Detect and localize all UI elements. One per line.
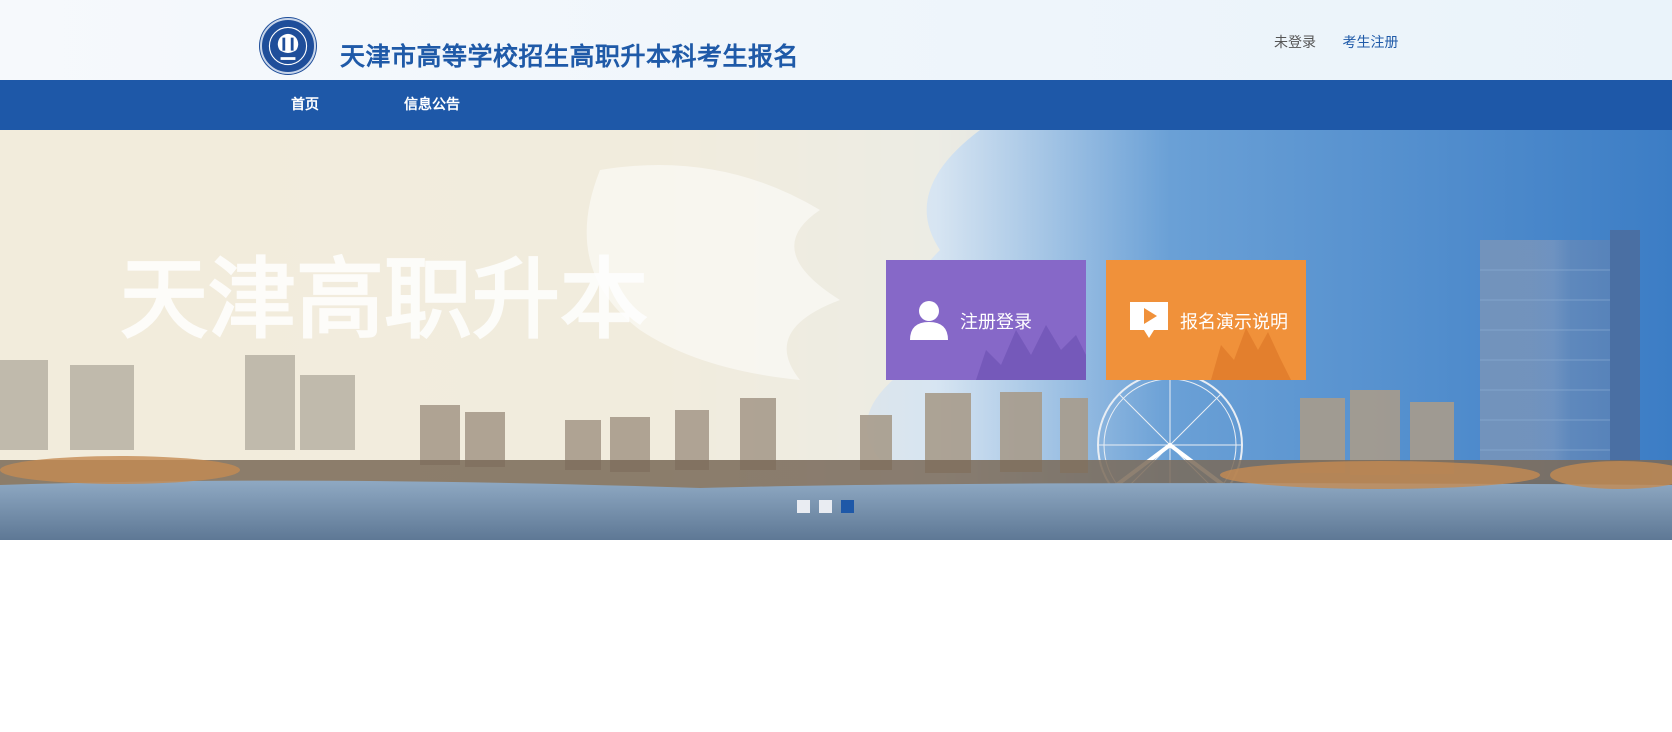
registration-demo-label: 报名演示说明 xyxy=(1180,312,1288,333)
register-link[interactable]: 考生注册 xyxy=(1342,35,1398,51)
site-title: 天津市高等学校招生高职升本科考生报名 xyxy=(340,42,800,71)
hero-banner: 天津高职升本 注册登录 报名演示说明 xyxy=(0,130,1672,540)
play-flag-icon xyxy=(1130,302,1168,338)
university-seal-logo xyxy=(260,18,316,74)
nav-item-notices[interactable]: 信息公告 xyxy=(404,80,460,130)
carousel-dot-1[interactable] xyxy=(797,500,810,513)
login-status-link[interactable]: 未登录 xyxy=(1274,35,1316,51)
user-icon xyxy=(910,301,948,340)
nav-item-home[interactable]: 首页 xyxy=(291,80,319,130)
register-login-tile[interactable]: 注册登录 xyxy=(886,260,1086,380)
registration-demo-tile[interactable]: 报名演示说明 xyxy=(1106,260,1306,380)
banner-calligraphy-text: 天津高职升本 xyxy=(120,247,648,351)
top-links: 未登录 考生注册 xyxy=(1274,32,1398,52)
carousel-indicators xyxy=(797,500,863,514)
carousel-dot-2[interactable] xyxy=(819,500,832,513)
register-login-label: 注册登录 xyxy=(960,312,1032,333)
site-header: 天津市高等学校招生高职升本科考生报名 未登录 考生注册 xyxy=(0,0,1672,80)
city-skyline-image: 天津高职升本 xyxy=(0,130,1672,540)
carousel-dot-3[interactable] xyxy=(841,500,854,513)
main-nav: 首页 信息公告 xyxy=(0,80,1672,130)
